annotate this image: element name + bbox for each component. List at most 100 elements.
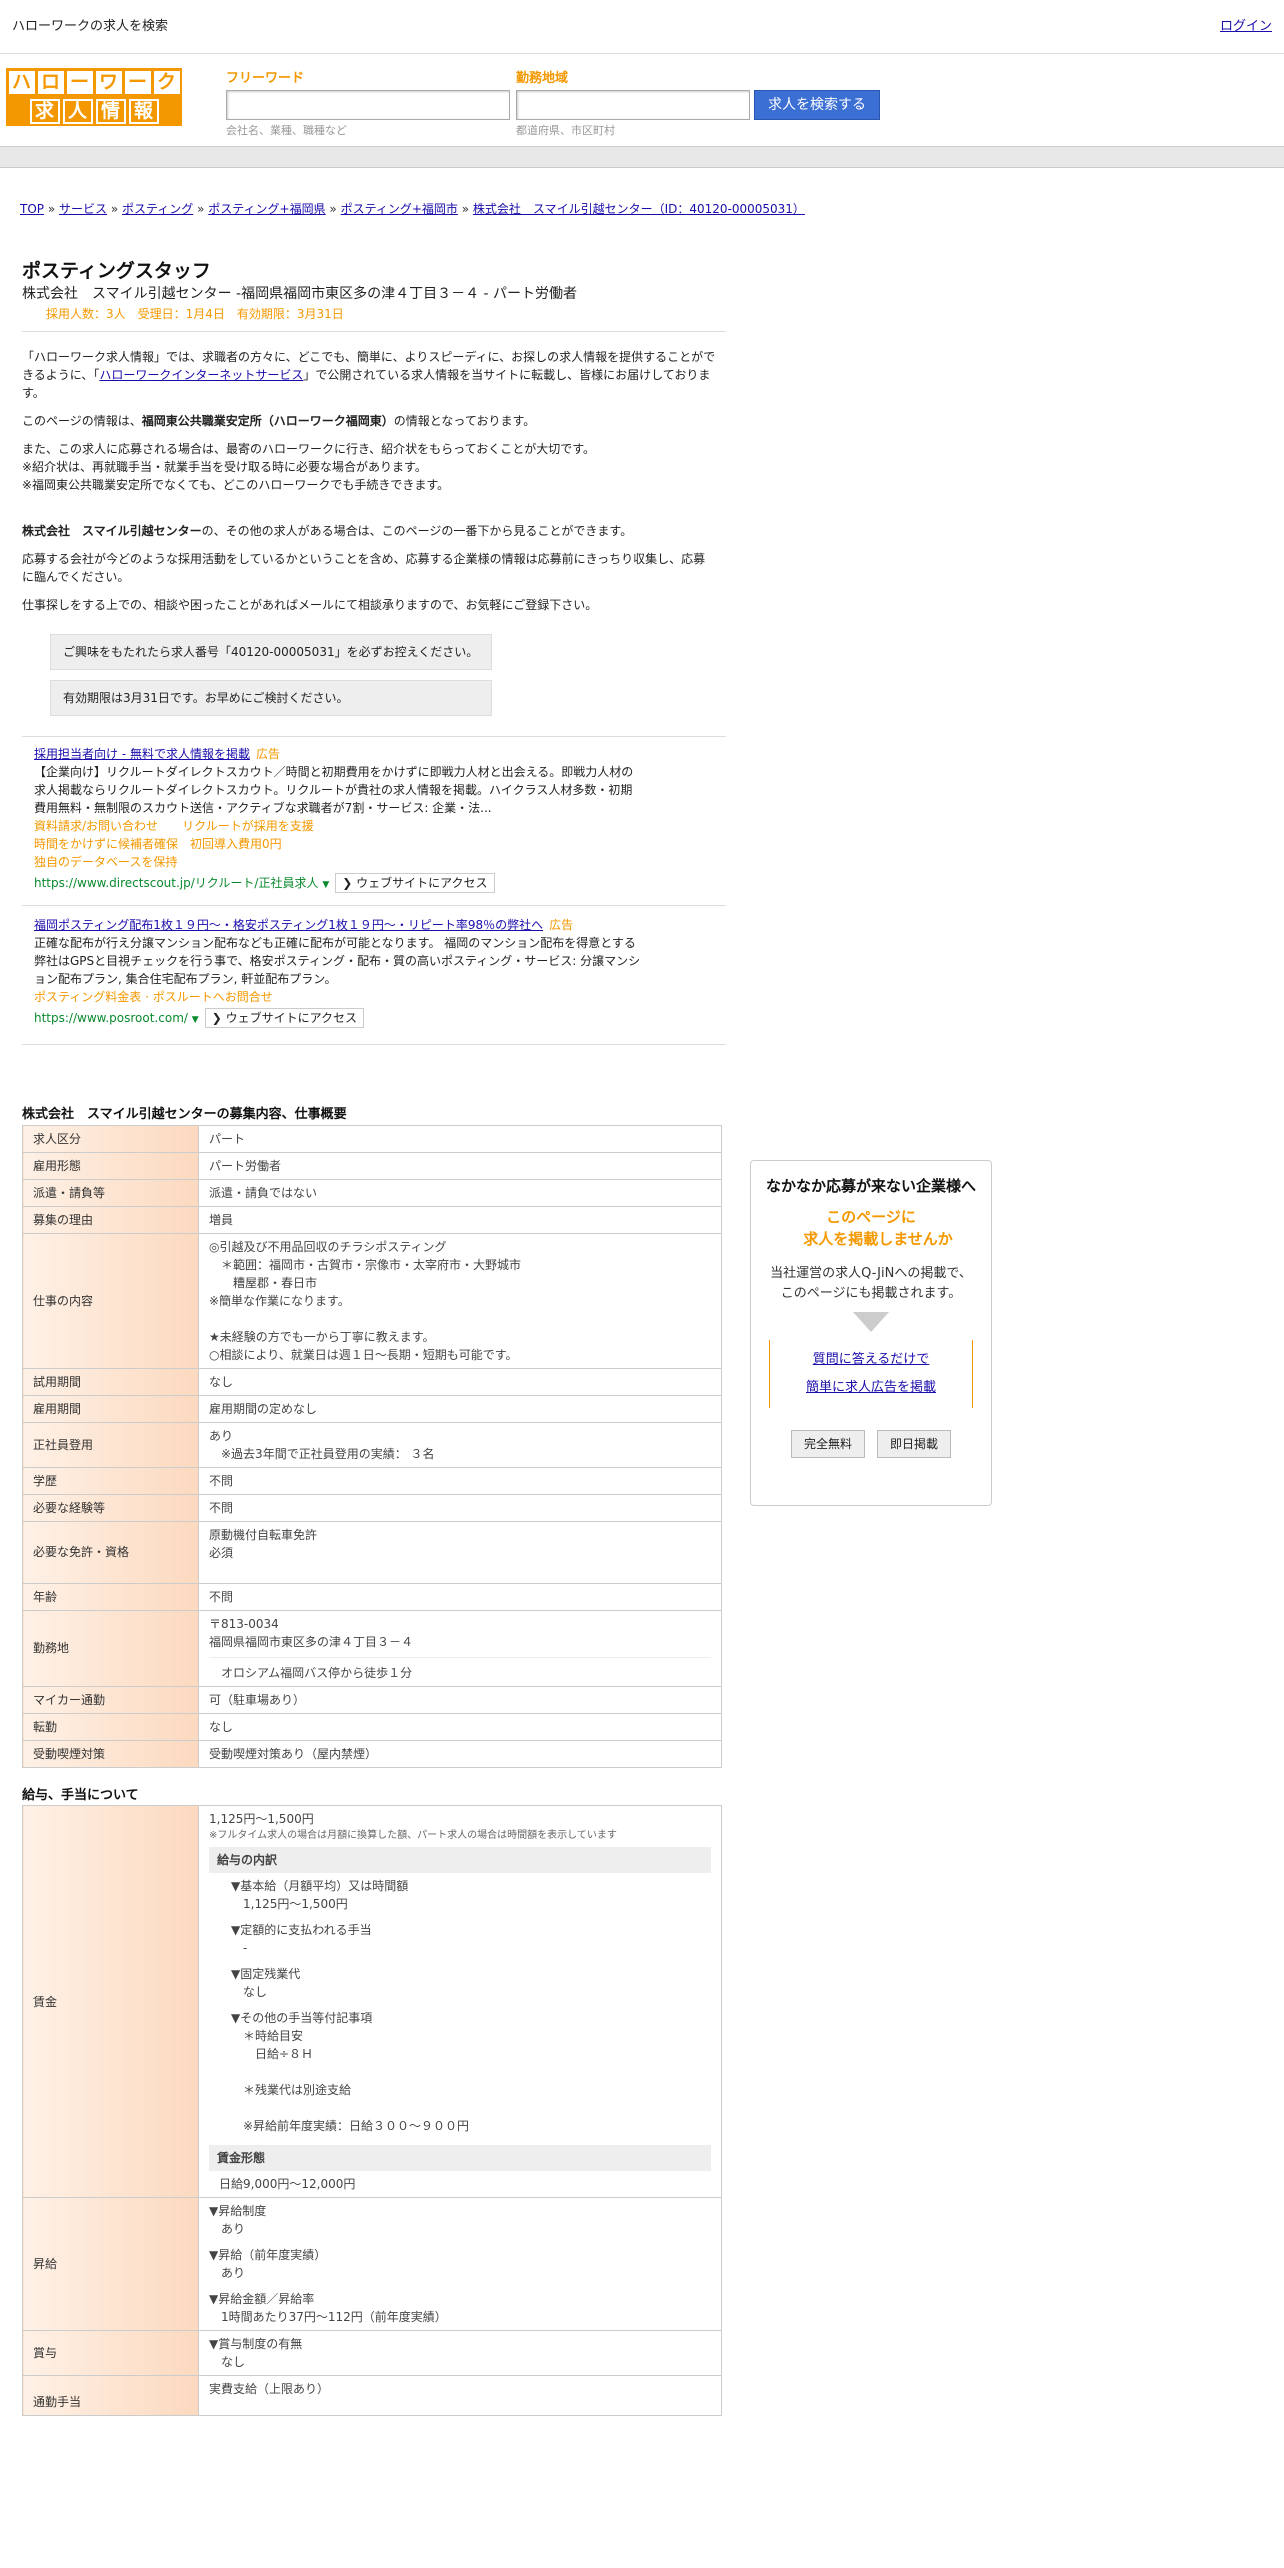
breadcrumb-service[interactable]: サービス	[59, 202, 107, 216]
ad-label: 広告	[255, 747, 280, 761]
free-word-field: フリーワード 会社名、業種、職種など	[226, 68, 510, 140]
chevron-right-icon: ❯	[211, 1011, 226, 1025]
top-bar: ハローワークの求人を検索 ログイン	[0, 0, 1284, 54]
free-word-input[interactable]	[226, 90, 510, 120]
breadcrumb-top[interactable]: TOP	[20, 202, 44, 216]
area-label: 勤務地域	[516, 71, 569, 86]
visit-website-button[interactable]: ❯ ウェブサイトにアクセス	[335, 873, 495, 893]
promo-badges: 完全無料 即日掲載	[751, 1429, 991, 1458]
ad-sitelink[interactable]: 独自のデータベースを保持	[34, 855, 177, 869]
ad-sitelink[interactable]: 資料請求/お問い合わせ	[34, 819, 158, 833]
same-day-badge[interactable]: 即日掲載	[877, 1429, 952, 1458]
value-line: ○相談により、就業日は週１日～長期・短期も可能です。	[209, 1347, 518, 1362]
job-number-note: ご興味をもたれたら求人番号「40120-00005031」を必ずお控えください。	[50, 634, 492, 670]
value-line: ▼昇給（前年度実績）	[209, 2248, 327, 2262]
value-line: ▼基本給（月額平均）又は時間額	[231, 1879, 409, 1893]
ad-url[interactable]: https://www.posroot.com/	[34, 1011, 188, 1025]
row-value: 〒813-0034 福岡県福岡市東区多の津４丁目３－４ オロシアム福岡バス停から徒…	[198, 1609, 722, 1687]
visit-label: ウェブサイトにアクセス	[356, 876, 488, 890]
breadcrumb-company[interactable]: 株式会社 スマイル引越センター（ID：40120-00005031）	[473, 202, 805, 216]
logo-char: 求	[29, 99, 60, 124]
row-value: 実費支給（上限あり）	[198, 2375, 722, 2416]
dropdown-icon[interactable]: ▼	[192, 1015, 199, 1025]
ad-headline[interactable]: 採用担当者向け - 無料で求人情報を掲載	[34, 747, 250, 761]
job-title: ポスティングスタッフ	[22, 260, 211, 282]
visit-website-button[interactable]: ❯ ウェブサイトにアクセス	[204, 1008, 364, 1028]
free-badge[interactable]: 完全無料	[790, 1429, 865, 1458]
table-row: 雇用形態 パート労働者	[22, 1151, 722, 1180]
salary-note: ※フルタイム求人の場合は月額に換算した額、パート求人の場合は時間額を表示していま…	[209, 1830, 617, 1841]
logo-char: ハ	[8, 71, 35, 94]
promo-link-questions[interactable]: 質問に答えるだけで	[770, 1346, 972, 1374]
intro-text: 「ハローワーク求人情報」では、求職者の方々に、どこでも、簡単に、よりスピーディに…	[0, 332, 716, 614]
row-value: 受動喫煙対策あり（屋内禁煙）	[198, 1739, 722, 1768]
row-key: 仕事の内容	[22, 1232, 199, 1369]
recruiter-promo-box: なかなか応募が来ない企業様へ このページに 求人を掲載しませんか 当社運営の求人Q…	[750, 1160, 992, 1506]
ad-sitelink[interactable]: リクルートが採用を支援	[182, 819, 314, 833]
value-line: 必須	[209, 1545, 234, 1560]
table-row: 通勤手当 実費支給（上限あり）	[22, 2375, 722, 2416]
ad-sitelink[interactable]: 時間をかけずに候補者確保 初回導入費用0円	[34, 837, 282, 851]
table-row: 勤務地 〒813-0034 福岡県福岡市東区多の津４丁目３－４ オロシアム福岡バス停…	[22, 1609, 722, 1687]
value-line: 1,125円〜1,500円	[231, 1897, 348, 1911]
value-line: 福岡県福岡市東区多の津４丁目３－４	[209, 1634, 414, 1649]
intro-text-part: ※紹介状は、再就職手当・就業手当を受け取る時に必要な場合があります。	[22, 460, 427, 474]
company-name: 株式会社 スマイル引越センター	[22, 524, 202, 538]
value-line: あり	[209, 2266, 246, 2280]
promo-description: 当社運営の求人Q-JiNへの掲載で、 このページにも掲載されます。	[751, 1264, 991, 1304]
breadcrumb-posting[interactable]: ポスティング	[122, 202, 193, 216]
breadcrumb-fukuoka-city[interactable]: ポスティング+福岡市	[341, 202, 458, 216]
row-value: 雇用期間の定めなし	[198, 1394, 722, 1423]
job-subtitle: 株式会社 スマイル引越センター -福岡県福岡市東区多の津４丁目３－４ - パート…	[22, 286, 578, 302]
area-hint: 都道府県、市区町村	[516, 124, 615, 137]
promo-link-post[interactable]: 簡単に求人広告を掲載	[770, 1374, 972, 1402]
intro-p3: また、この求人に応募される場合は、最寄のハローワークに行き、紹介状をもらっておく…	[22, 440, 716, 494]
row-key: 学歴	[22, 1466, 199, 1495]
dropdown-icon[interactable]: ▼	[322, 880, 329, 890]
divider	[22, 1044, 726, 1045]
breadcrumb-fukuoka-pref[interactable]: ポスティング+福岡県	[208, 202, 325, 216]
value-line: あり	[209, 2222, 246, 2236]
logo-char: ク	[153, 71, 180, 94]
row-value: 不問	[198, 1466, 722, 1495]
table-row: 正社員登用 あり ※過去3年間で正社員登用の実績： ３名	[22, 1421, 722, 1468]
row-value: ◎引越及び不用品回収のチラシポスティング ＊範囲：福岡市・古賀市・宗像市・太宰府…	[198, 1232, 722, 1369]
logo-char: ロ	[37, 71, 64, 94]
area-input[interactable]	[516, 90, 750, 120]
promo-highlight: このページに 求人を掲載しませんか	[751, 1206, 991, 1250]
row-key: 通勤手当	[22, 2375, 199, 2416]
value-line: ▼固定残業代	[231, 1967, 301, 1981]
search-button[interactable]: 求人を検索する	[754, 90, 880, 120]
value-line: 〒813-0034	[209, 1616, 279, 1631]
row-key: 雇用形態	[22, 1151, 199, 1180]
breakdown-title: 給与の内訳	[209, 1847, 711, 1873]
ad-url[interactable]: https://www.directscout.jp/リクルート/正社員求人	[34, 876, 318, 890]
promo-links: 質問に答えるだけで 簡単に求人広告を掲載	[769, 1339, 973, 1408]
logo-char: 報	[128, 99, 159, 124]
intro-p8: 仕事探しをする上での、相談や困ったことがあればメールにて相談承りますので、お気軽…	[22, 598, 598, 612]
ad-sitelink[interactable]: ポスティング料金表 · ポスルートへお問合せ	[34, 990, 273, 1004]
promo-highlight-line: このページに	[826, 1207, 916, 1226]
value-line: ▼賞与制度の有無	[209, 2337, 303, 2351]
job-meta: 採用人数：3人 受理日：1月4日 有効期限：3月31日	[46, 307, 344, 321]
ad-block-2: 福岡ポスティング配布1枚１９円～・格安ポスティング1枚１９円～・リピート率98％…	[34, 916, 644, 1028]
value-line: 1時間あたり37円〜112円（前年度実績）	[209, 2310, 447, 2324]
divider	[22, 905, 726, 906]
value-line: ＊時給目安	[231, 2029, 304, 2043]
row-key: 試用期間	[22, 1367, 199, 1396]
salary-range: 1,125円〜1,500円	[209, 1812, 314, 1826]
login-link[interactable]: ログイン	[1220, 17, 1272, 37]
table-row: 仕事の内容 ◎引越及び不用品回収のチラシポスティング ＊範囲：福岡市・古賀市・宗…	[22, 1232, 722, 1369]
ad-block-1: 採用担当者向け - 無料で求人情報を掲載 広告 【企業向け】リクルートダイレクトス…	[34, 745, 644, 893]
hellowork-internet-link[interactable]: ハローワークインターネットサービス	[99, 368, 303, 382]
ad-headline[interactable]: 福岡ポスティング配布1枚１９円～・格安ポスティング1枚１９円～・リピート率98％…	[34, 918, 543, 932]
logo[interactable]: ハローワーク 求人情報	[6, 68, 182, 126]
intro-text-part: このページの情報は、	[22, 414, 142, 428]
divider	[22, 736, 726, 737]
row-key: 賃金	[22, 1805, 199, 2198]
